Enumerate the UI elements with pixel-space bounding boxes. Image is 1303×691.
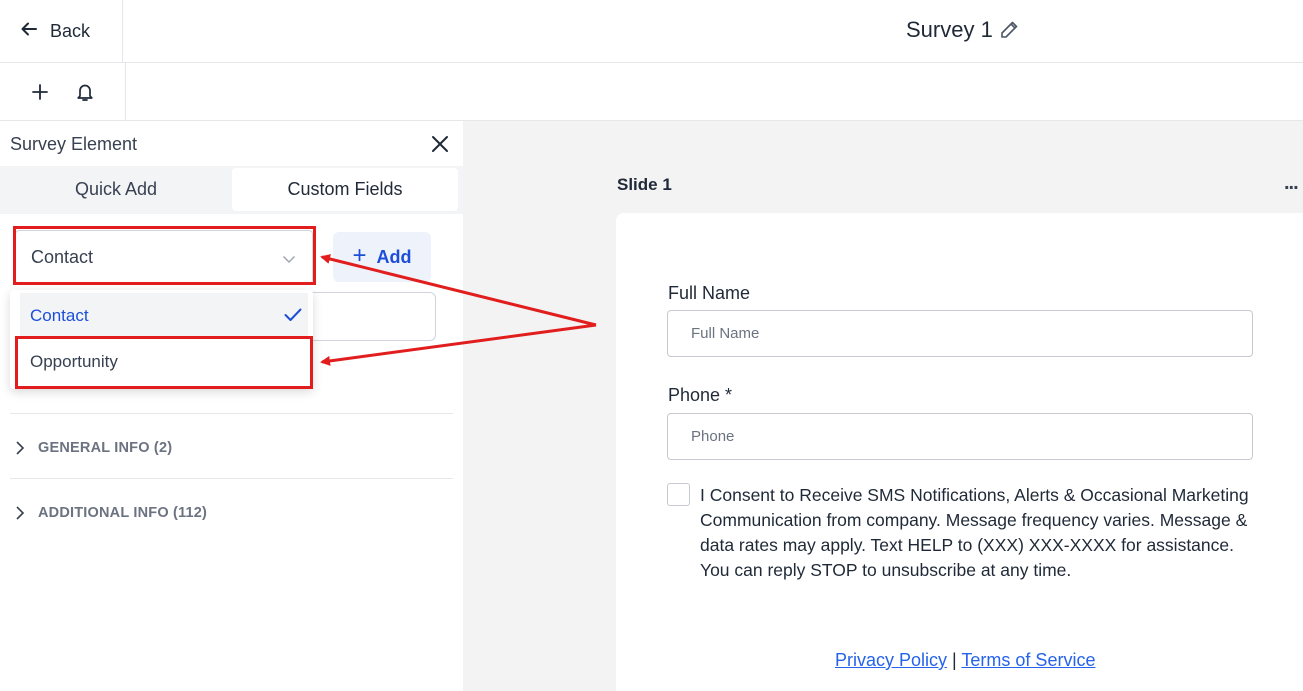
back-label: Back	[50, 20, 91, 41]
group-label: GENERAL INFO (2)	[38, 440, 173, 456]
footer-links: Privacy Policy | Terms of Service	[835, 650, 1095, 671]
group-label: ADDITIONAL INFO (112)	[38, 505, 208, 521]
page-title: Survey 1	[906, 17, 993, 42]
panel-title: Survey Element	[10, 134, 138, 154]
phone-input[interactable]: Phone	[667, 413, 1253, 460]
chevron-right-icon	[15, 440, 33, 456]
full-name-input[interactable]: Full Name	[667, 310, 1253, 357]
tab-custom-fields[interactable]: Custom Fields	[232, 168, 458, 211]
phone-placeholder: Phone	[691, 428, 735, 445]
dropdown-option-contact[interactable]: Contact	[20, 293, 308, 338]
add-label: Add	[376, 246, 412, 267]
back-button[interactable]: Back	[0, 0, 123, 62]
chevron-down-icon	[282, 251, 296, 269]
chevron-right-icon	[15, 505, 33, 521]
plus-icon: +	[352, 241, 367, 269]
object-select-value: Contact	[31, 246, 94, 267]
arrow-left-icon	[20, 20, 38, 43]
toolbar-divider	[125, 63, 126, 120]
add-button[interactable]: + Add	[333, 232, 431, 282]
privacy-policy-link[interactable]: Privacy Policy	[835, 650, 947, 670]
consent-text: I Consent to Receive SMS Notifications, …	[700, 485, 1249, 580]
full-name-placeholder: Full Name	[691, 325, 760, 342]
consent-checkbox[interactable]	[667, 483, 690, 506]
option-label: Contact	[30, 305, 89, 325]
terms-of-service-link[interactable]: Terms of Service	[961, 650, 1095, 670]
tab-quick-add[interactable]: Quick Add	[0, 168, 232, 211]
divider	[10, 478, 453, 479]
survey-title[interactable]: Survey 1	[906, 17, 1019, 43]
check-icon	[284, 308, 302, 327]
close-icon[interactable]	[428, 132, 452, 156]
divider	[10, 413, 453, 414]
link-separator: |	[952, 650, 957, 670]
group-general-info[interactable]: GENERAL INFO (2)	[10, 433, 453, 463]
phone-label: Phone *	[668, 385, 733, 405]
slide-menu-button[interactable]: ...	[1284, 172, 1299, 195]
top-bar: Back Survey 1	[0, 0, 1303, 63]
slide-title: Slide 1	[617, 175, 672, 194]
group-additional-info[interactable]: ADDITIONAL INFO (112)	[10, 498, 453, 528]
option-label: Opportunity	[30, 351, 118, 371]
pencil-icon[interactable]	[999, 20, 1019, 40]
tool-row	[0, 63, 1303, 121]
dropdown-option-opportunity[interactable]: Opportunity	[20, 340, 308, 383]
bell-icon[interactable]	[71, 78, 99, 106]
object-select[interactable]: Contact	[15, 230, 313, 284]
plus-icon[interactable]	[26, 78, 54, 106]
panel-tabs: Quick Add Custom Fields	[0, 166, 463, 214]
full-name-label: Full Name	[668, 283, 751, 303]
